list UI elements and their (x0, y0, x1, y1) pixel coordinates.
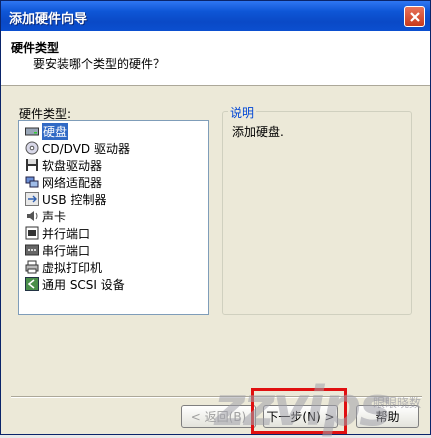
list-item-printer[interactable]: 虚拟打印机 (25, 259, 102, 275)
list-item-scsi[interactable]: 通用 SCSI 设备 (25, 276, 125, 292)
window-title: 添加硬件向导 (9, 12, 88, 27)
list-item-usb[interactable]: USB 控制器 (25, 191, 106, 207)
usb-icon (25, 192, 39, 206)
wizard-header: 硬件类型 要安装哪个类型的硬件？ (1, 31, 430, 86)
description-title: 说明 (228, 104, 257, 121)
printer-icon (25, 260, 39, 274)
title-bar[interactable]: 添加硬件向导 (1, 1, 430, 31)
serial-port-icon (25, 244, 39, 256)
description-group (222, 111, 412, 315)
page-subtitle: 要安装哪个类型的硬件？ (33, 57, 166, 71)
list-item-hard-disk[interactable]: 硬盘 (25, 122, 69, 140)
watermark-subtext: 眼眼晓数 (373, 396, 422, 410)
list-item-network-adapter[interactable]: 网络适配器 (25, 174, 102, 190)
hard-disk-icon (25, 127, 39, 136)
description-text: 添加硬盘. (232, 125, 284, 139)
cd-dvd-icon (25, 141, 39, 155)
list-item-floppy[interactable]: 软盘驱动器 (25, 157, 102, 173)
list-item-cd-dvd[interactable]: CD/DVD 驱动器 (25, 140, 130, 156)
scsi-icon (25, 277, 39, 291)
list-item-serial-port[interactable]: 串行端口 (25, 242, 90, 258)
hardware-type-list[interactable]: 硬盘 CD/DVD 驱动器 软盘驱动器 网络适配器 USB 控制器 声卡 并行端… (18, 120, 209, 315)
network-adapter-icon (25, 176, 39, 188)
list-item-sound-card[interactable]: 声卡 (25, 208, 66, 224)
add-hardware-wizard-window: 添加硬件向导 硬件类型 要安装哪个类型的硬件？ 硬件类型: 硬盘 CD/DVD … (0, 0, 431, 438)
sound-card-icon (27, 211, 38, 221)
floppy-icon (26, 159, 38, 171)
close-icon (409, 11, 420, 22)
close-button[interactable] (404, 6, 425, 27)
parallel-port-icon (25, 226, 39, 240)
page-title: 硬件类型 (11, 41, 60, 55)
watermark-text: zzvips (214, 375, 391, 438)
list-item-parallel-port[interactable]: 并行端口 (25, 225, 90, 241)
